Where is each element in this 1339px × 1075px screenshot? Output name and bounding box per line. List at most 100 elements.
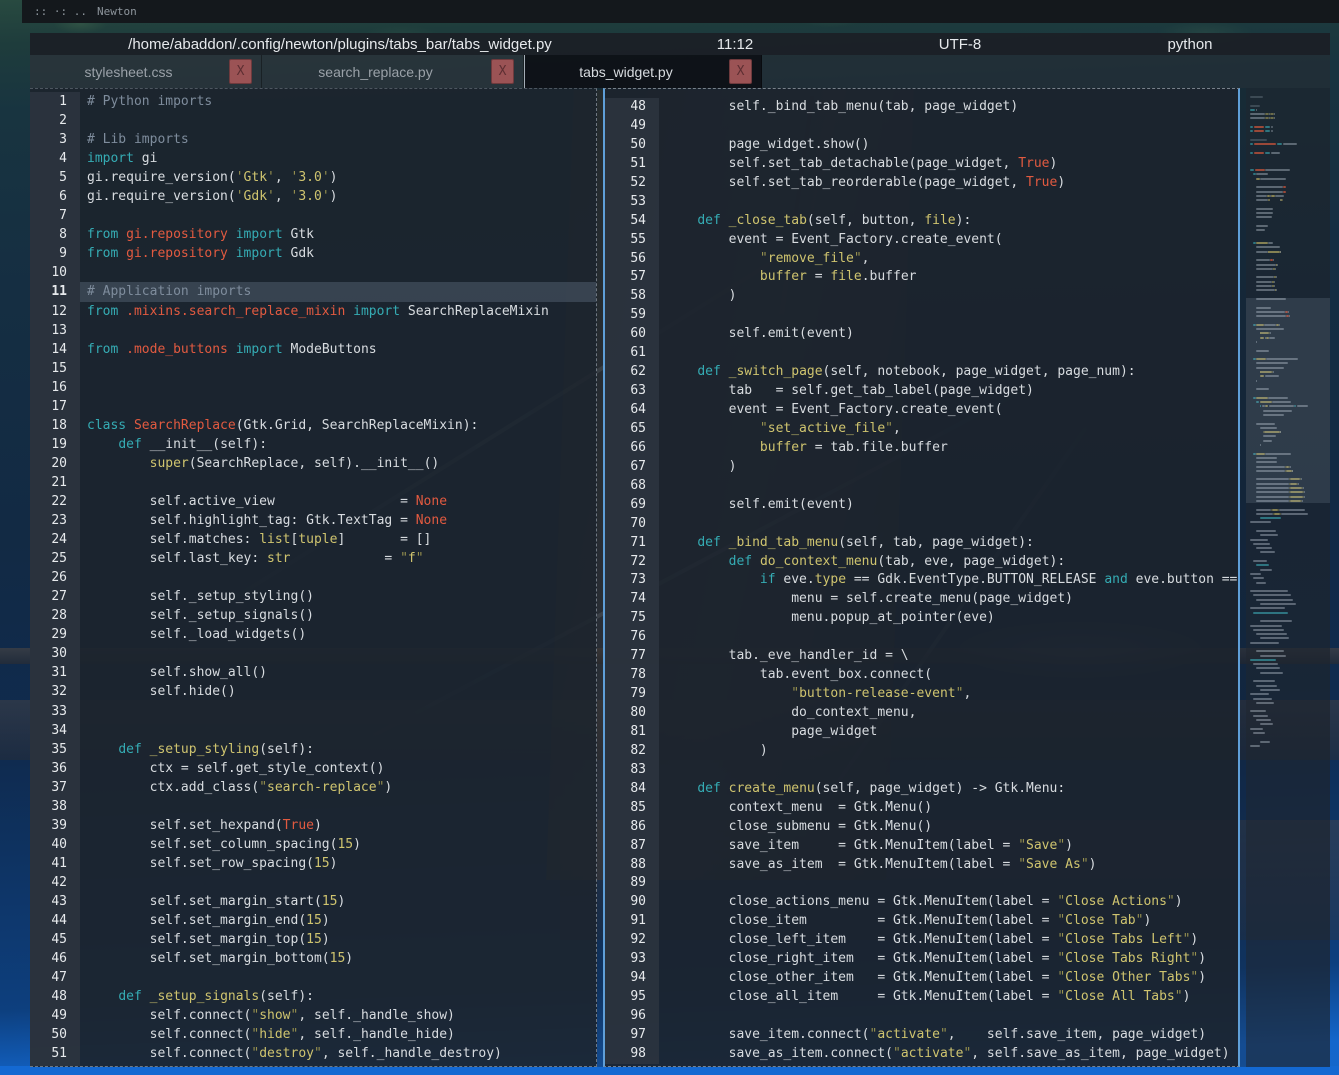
editor-pane-right[interactable]: 48 self._bind_tab_menu(tab, page_widget)…: [603, 88, 1240, 1067]
code-line[interactable]: 49: [605, 117, 1238, 136]
code-line[interactable]: 59: [605, 306, 1238, 325]
code-line[interactable]: 64 event = Event_Factory.create_event(: [605, 401, 1238, 420]
code-line[interactable]: 58 ): [605, 287, 1238, 306]
code-line[interactable]: 88 save_as_item = Gtk.MenuItem(label = "…: [605, 856, 1238, 875]
code-line[interactable]: 43 self.set_margin_start(15): [30, 892, 596, 911]
code-line[interactable]: 37 ctx.add_class("search-replace"): [30, 778, 596, 797]
code-line[interactable]: 62 def _switch_page(self, notebook, page…: [605, 363, 1238, 382]
code-line[interactable]: 7: [30, 206, 596, 225]
code-line[interactable]: 8from gi.repository import Gtk: [30, 225, 596, 244]
code-line[interactable]: 67 ): [605, 458, 1238, 477]
code-line[interactable]: 51 self.set_tab_detachable(page_widget, …: [605, 155, 1238, 174]
code-line[interactable]: 95 close_all_item = Gtk.MenuItem(label =…: [605, 988, 1238, 1007]
code-line[interactable]: 74 menu = self.create_menu(page_widget): [605, 590, 1238, 609]
code-line[interactable]: 22 self.active_view = None: [30, 492, 596, 511]
code-line[interactable]: 72 def do_context_menu(tab, eve, page_wi…: [605, 553, 1238, 572]
code-line[interactable]: 41 self.set_row_spacing(15): [30, 854, 596, 873]
code-line[interactable]: 42: [30, 873, 596, 892]
code-line[interactable]: 77 tab._eve_handler_id = \: [605, 647, 1238, 666]
code-line[interactable]: 2: [30, 111, 596, 130]
code-line[interactable]: 50 page_widget.show(): [605, 136, 1238, 155]
code-line[interactable]: 80 do_context_menu,: [605, 704, 1238, 723]
code-line[interactable]: 69 self.emit(event): [605, 496, 1238, 515]
code-line[interactable]: 96: [605, 1007, 1238, 1026]
code-line[interactable]: 51 self.connect("destroy", self._handle_…: [30, 1044, 596, 1063]
code-line[interactable]: 98 save_as_item.connect("activate", self…: [605, 1045, 1238, 1064]
code-line[interactable]: 19 def __init__(self):: [30, 435, 596, 454]
tab-stylesheet-css[interactable]: stylesheet.cssX: [30, 55, 262, 88]
code-line[interactable]: 87 save_item = Gtk.MenuItem(label = "Sav…: [605, 837, 1238, 856]
code-line[interactable]: 85 context_menu = Gtk.Menu(): [605, 799, 1238, 818]
code-line[interactable]: 68: [605, 477, 1238, 496]
code-line[interactable]: 36 ctx = self.get_style_context(): [30, 759, 596, 778]
code-line[interactable]: 30: [30, 644, 596, 663]
code-line[interactable]: 40 self.set_column_spacing(15): [30, 835, 596, 854]
code-line[interactable]: 52 self.set_tab_reorderable(page_widget,…: [605, 174, 1238, 193]
code-line[interactable]: 35 def _setup_styling(self):: [30, 740, 596, 759]
code-line[interactable]: 5gi.require_version('Gtk', '3.0'): [30, 168, 596, 187]
code-line[interactable]: 9from gi.repository import Gdk: [30, 244, 596, 263]
code-line[interactable]: 63 tab = self.get_tab_label(page_widget): [605, 382, 1238, 401]
code-line[interactable]: 76: [605, 628, 1238, 647]
code-line[interactable]: 86 close_submenu = Gtk.Menu(): [605, 818, 1238, 837]
code-line[interactable]: 10: [30, 263, 596, 282]
code-line[interactable]: 56 "remove_file",: [605, 250, 1238, 269]
code-line[interactable]: 14from .mode_buttons import ModeButtons: [30, 340, 596, 359]
code-line[interactable]: 48 def _setup_signals(self):: [30, 987, 596, 1006]
code-line[interactable]: 28 self._setup_signals(): [30, 606, 596, 625]
code-line[interactable]: 34: [30, 721, 596, 740]
code-line[interactable]: 44 self.set_margin_end(15): [30, 911, 596, 930]
code-line[interactable]: 33: [30, 702, 596, 721]
code-line[interactable]: 27 self._setup_styling(): [30, 587, 596, 606]
code-line[interactable]: 66 buffer = tab.file.buffer: [605, 439, 1238, 458]
code-line[interactable]: 11# Application imports: [30, 282, 596, 301]
code-line[interactable]: 15: [30, 359, 596, 378]
code-line[interactable]: 21: [30, 473, 596, 492]
code-line[interactable]: 24 self.matches: list[tuple] = []: [30, 530, 596, 549]
code-line[interactable]: 92 close_left_item = Gtk.MenuItem(label …: [605, 931, 1238, 950]
tab-tabs_widget-py[interactable]: tabs_widget.pyX: [524, 55, 762, 88]
code-line[interactable]: 57 buffer = file.buffer: [605, 268, 1238, 287]
code-line[interactable]: 4import gi: [30, 149, 596, 168]
titlebar[interactable]: :: ·: .. Newton: [22, 0, 1339, 23]
code-line[interactable]: 13: [30, 321, 596, 340]
code-line[interactable]: 50 self.connect("hide", self._handle_hid…: [30, 1025, 596, 1044]
tab-search_replace-py[interactable]: search_replace.pyX: [262, 55, 524, 88]
code-line[interactable]: 45 self.set_margin_top(15): [30, 930, 596, 949]
code-line[interactable]: 20 super(SearchReplace, self).__init__(): [30, 454, 596, 473]
code-line[interactable]: 73 if eve.type == Gdk.EventType.BUTTON_R…: [605, 571, 1238, 590]
code-line[interactable]: 54 def _close_tab(self, button, file):: [605, 212, 1238, 231]
code-line[interactable]: 48 self._bind_tab_menu(tab, page_widget): [605, 98, 1238, 117]
tab-close-button[interactable]: X: [491, 59, 514, 84]
code-line[interactable]: 60 self.emit(event): [605, 325, 1238, 344]
code-line[interactable]: 46 self.set_margin_bottom(15): [30, 949, 596, 968]
code-line[interactable]: 65 "set_active_file",: [605, 420, 1238, 439]
code-line[interactable]: 89: [605, 874, 1238, 893]
code-line[interactable]: 97 save_item.connect("activate", self.sa…: [605, 1026, 1238, 1045]
code-line[interactable]: 70: [605, 515, 1238, 534]
code-line[interactable]: 6gi.require_version('Gdk', '3.0'): [30, 187, 596, 206]
code-line[interactable]: 31 self.show_all(): [30, 663, 596, 682]
minimap-viewport-handle[interactable]: [1246, 298, 1330, 503]
code-line[interactable]: 18class SearchReplace(Gtk.Grid, SearchRe…: [30, 416, 596, 435]
code-line[interactable]: 12from .mixins.search_replace_mixin impo…: [30, 302, 596, 321]
code-line[interactable]: 55 event = Event_Factory.create_event(: [605, 231, 1238, 250]
code-line[interactable]: 71 def _bind_tab_menu(self, tab, page_wi…: [605, 534, 1238, 553]
code-line[interactable]: 26: [30, 568, 596, 587]
code-line[interactable]: 93 close_right_item = Gtk.MenuItem(label…: [605, 950, 1238, 969]
editor-pane-left[interactable]: 1# Python imports23# Lib imports4import …: [30, 88, 597, 1067]
code-line[interactable]: 94 close_other_item = Gtk.MenuItem(label…: [605, 969, 1238, 988]
code-line[interactable]: 17: [30, 397, 596, 416]
code-line[interactable]: 32 self.hide(): [30, 682, 596, 701]
code-line[interactable]: 52: [30, 1063, 596, 1067]
code-line[interactable]: 3# Lib imports: [30, 130, 596, 149]
code-line[interactable]: 29 self._load_widgets(): [30, 625, 596, 644]
code-line[interactable]: 16: [30, 378, 596, 397]
code-line[interactable]: 39 self.set_hexpand(True): [30, 816, 596, 835]
code-line[interactable]: 90 close_actions_menu = Gtk.MenuItem(lab…: [605, 893, 1238, 912]
code-line[interactable]: 82 ): [605, 742, 1238, 761]
code-line[interactable]: 84 def create_menu(self, page_widget) ->…: [605, 780, 1238, 799]
code-line[interactable]: 25 self.last_key: str = "f": [30, 549, 596, 568]
code-line[interactable]: 81 page_widget: [605, 723, 1238, 742]
tab-close-button[interactable]: X: [729, 59, 752, 84]
